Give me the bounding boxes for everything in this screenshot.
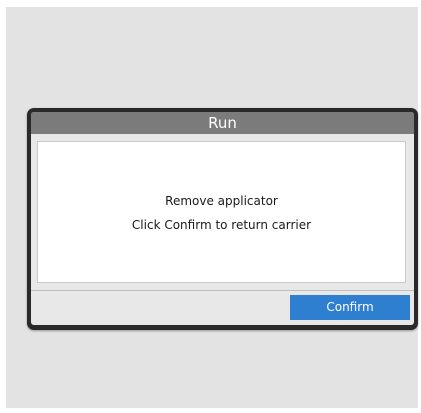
footer-divider — [31, 290, 414, 291]
dialog-body: Run Remove applicator Click Confirm to r… — [31, 112, 414, 325]
dialog-title: Run — [31, 112, 414, 134]
message-line-confirm-instruction: Click Confirm to return carrier — [131, 218, 312, 232]
message-line-remove-applicator: Remove applicator — [165, 194, 278, 208]
confirm-button[interactable]: Confirm — [290, 295, 410, 320]
run-dialog: Run Remove applicator Click Confirm to r… — [27, 108, 418, 330]
message-panel: Remove applicator Click Confirm to retur… — [37, 141, 406, 283]
screen-background: Run Remove applicator Click Confirm to r… — [6, 7, 418, 408]
